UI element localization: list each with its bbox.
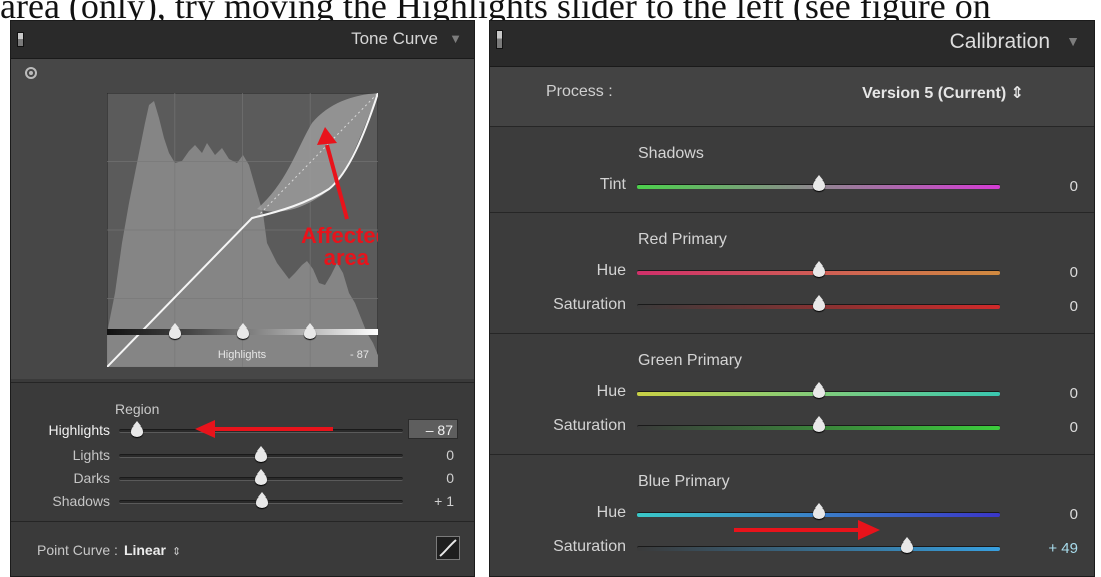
divider bbox=[11, 382, 474, 383]
region-split-handle[interactable] bbox=[168, 323, 181, 339]
region-split-handle[interactable] bbox=[236, 323, 249, 339]
slider-handle[interactable] bbox=[131, 421, 144, 437]
tone-curve-panel: Tone Curve ▼ Highlights - 87 Affecte are… bbox=[10, 20, 475, 577]
slider-label: Hue bbox=[596, 262, 626, 279]
region-slider-row: Shadows + 1 bbox=[11, 490, 474, 512]
process-version-select[interactable]: Version 5 (Current) ⇕ bbox=[862, 83, 1024, 103]
slider-label: Saturation bbox=[553, 417, 626, 434]
slider-label: Saturation bbox=[553, 296, 626, 313]
region-slider-row: Lights 0 bbox=[11, 444, 474, 466]
panel-gap bbox=[475, 20, 489, 577]
calibration-group: Shadows Tint 0 bbox=[490, 127, 1094, 213]
edit-point-curve-icon bbox=[439, 539, 457, 557]
point-curve-label: Point Curve : bbox=[37, 542, 118, 558]
slider-handle[interactable] bbox=[812, 503, 825, 519]
point-curve-control[interactable]: Point Curve : Linear ⇕ bbox=[37, 542, 181, 558]
group-title: Blue Primary bbox=[638, 473, 730, 490]
region-split-handle[interactable] bbox=[304, 323, 317, 339]
slider-value: 0 bbox=[446, 447, 454, 463]
process-row: Process : Version 5 (Current) ⇕ bbox=[490, 67, 1094, 127]
slider-handle[interactable] bbox=[256, 492, 269, 508]
slider-label: Hue bbox=[596, 383, 626, 400]
calibration-group: Red Primary Hue 0 Saturation 0 bbox=[490, 213, 1094, 334]
edit-point-curve-button[interactable] bbox=[436, 536, 460, 560]
slider-value: 0 bbox=[1069, 298, 1078, 315]
collapse-triangle-icon[interactable]: ▼ bbox=[1066, 33, 1080, 49]
target-adjust-icon[interactable] bbox=[25, 67, 37, 79]
graph-region-value: - 87 bbox=[350, 349, 369, 361]
slider-value: 0 bbox=[1069, 264, 1078, 281]
updown-arrow-icon[interactable]: ⇕ bbox=[172, 546, 181, 558]
calibration-slider-row: Tint 0 bbox=[490, 173, 1094, 197]
slider-label: Lights bbox=[72, 447, 110, 463]
process-label: Process : bbox=[546, 83, 613, 100]
slider-handle[interactable] bbox=[812, 175, 825, 191]
slider-track[interactable] bbox=[119, 429, 403, 433]
slider-value[interactable]: – 87 bbox=[408, 419, 458, 439]
region-label: Region bbox=[115, 401, 160, 417]
slider-label: Saturation bbox=[553, 538, 626, 555]
slider-value: 0 bbox=[1069, 178, 1078, 195]
region-slider-row: Highlights – 87 bbox=[11, 419, 474, 441]
calibration-group: Blue Primary Hue 0 Saturation + 49 bbox=[490, 455, 1094, 577]
point-curve-value[interactable]: Linear bbox=[124, 542, 166, 558]
divider bbox=[11, 521, 474, 522]
panel-switch-icon[interactable] bbox=[496, 30, 503, 49]
slider-value: 0 bbox=[1069, 506, 1078, 523]
slider-track[interactable] bbox=[637, 546, 1000, 551]
group-title: Red Primary bbox=[638, 231, 727, 248]
calibration-panel: Calibration ▼ Process : Version 5 (Curre… bbox=[489, 20, 1095, 577]
slider-value: + 1 bbox=[434, 493, 454, 509]
slider-value: 0 bbox=[1069, 385, 1078, 402]
calibration-slider-row: Hue 0 bbox=[490, 501, 1094, 525]
slider-handle[interactable] bbox=[812, 261, 825, 277]
calibration-title: Calibration bbox=[949, 30, 1050, 53]
slider-label: Tint bbox=[599, 176, 626, 193]
slider-handle[interactable] bbox=[812, 382, 825, 398]
calibration-slider-row: Saturation 0 bbox=[490, 414, 1094, 438]
slider-label: Highlights bbox=[48, 422, 110, 438]
collapse-triangle-icon[interactable]: ▼ bbox=[449, 31, 462, 46]
panel-switch-icon[interactable] bbox=[17, 32, 24, 47]
calibration-group: Green Primary Hue 0 Saturation 0 bbox=[490, 334, 1094, 455]
calibration-header[interactable]: Calibration ▼ bbox=[490, 21, 1094, 67]
calibration-slider-row: Hue 0 bbox=[490, 259, 1094, 283]
slider-handle[interactable] bbox=[901, 537, 914, 553]
tone-curve-title: Tone Curve bbox=[351, 29, 438, 48]
slider-handle[interactable] bbox=[255, 446, 267, 462]
slider-label: Shadows bbox=[52, 493, 110, 509]
calibration-slider-row: Saturation 0 bbox=[490, 293, 1094, 317]
slider-label: Hue bbox=[596, 504, 626, 521]
group-title: Shadows bbox=[638, 145, 704, 162]
region-slider-row: Darks 0 bbox=[11, 467, 474, 489]
slider-handle[interactable] bbox=[255, 469, 267, 485]
calibration-slider-row: Hue 0 bbox=[490, 380, 1094, 404]
tone-curve-header[interactable]: Tone Curve ▼ bbox=[11, 21, 474, 59]
slider-handle[interactable] bbox=[812, 295, 825, 311]
group-title: Green Primary bbox=[638, 352, 743, 369]
slider-value: + 49 bbox=[1048, 540, 1078, 557]
graph-region-label: Highlights bbox=[218, 349, 267, 361]
slider-value: 0 bbox=[1069, 419, 1078, 436]
slider-handle[interactable] bbox=[812, 416, 825, 432]
calibration-slider-row: Saturation + 49 bbox=[490, 535, 1094, 559]
slider-label: Darks bbox=[73, 470, 110, 486]
slider-value: 0 bbox=[446, 470, 454, 486]
